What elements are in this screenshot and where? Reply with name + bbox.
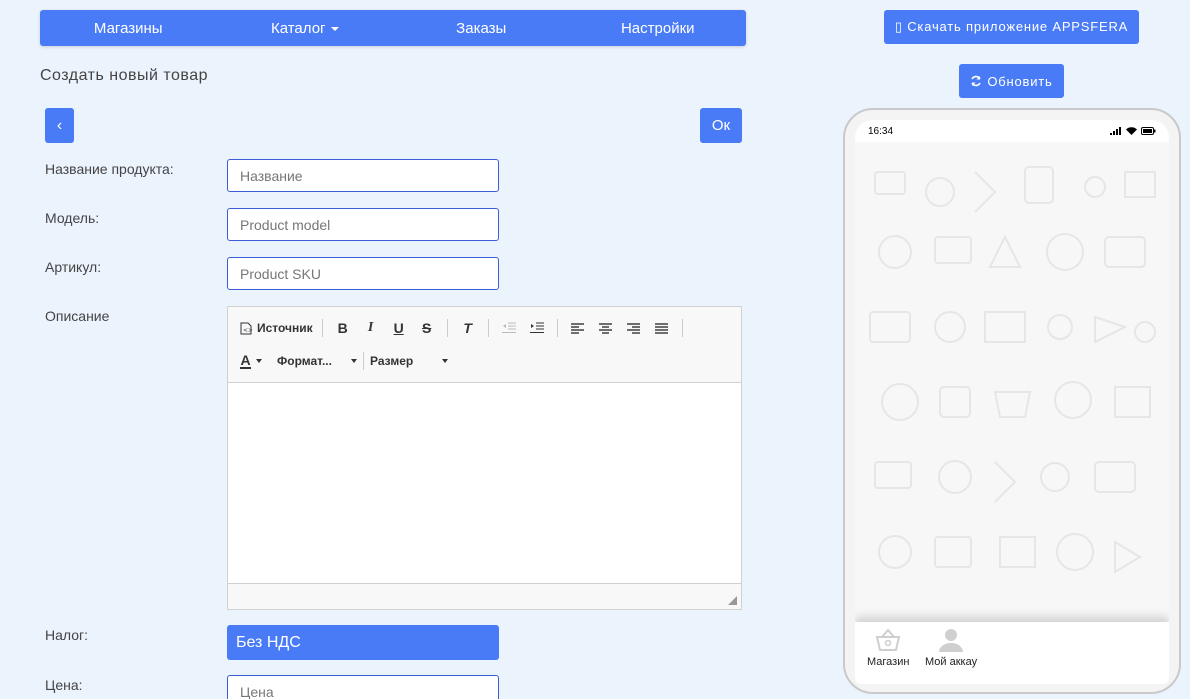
sku-label: Артикул: [45,259,102,275]
outdent-button[interactable] [498,318,520,338]
tab-store[interactable]: Магазин [867,628,909,668]
refresh-button[interactable]: Обновить [959,64,1064,98]
source-icon: <> [240,322,252,334]
align-justify-icon [655,322,669,334]
basket-icon [875,628,901,651]
text-color-icon: A [240,352,251,369]
battery-icon [1141,127,1156,135]
nav-orders[interactable]: Заказы [393,20,570,37]
align-justify-button[interactable] [651,318,673,338]
description-editor: <> Источник B I U S T A Формат... Размер [227,306,742,610]
tax-label: Налог: [45,627,89,643]
toolbar-divider [487,319,489,337]
sku-input[interactable]: Product SKU [227,257,499,290]
size-dropdown[interactable]: Размер [370,354,448,368]
download-app-button[interactable]: ▯ Скачать приложение APPSFERA [884,10,1139,44]
price-label: Цена: [45,677,83,693]
status-bar: 16:34 [855,120,1169,142]
bold-button[interactable]: B [332,318,354,338]
size-dropdown-label: Размер [370,354,414,368]
strikethrough-button[interactable]: S [416,318,438,338]
price-input[interactable]: Цена [227,675,499,699]
toolbar-divider [556,319,558,337]
phone-preview: 16:34 Магазин Мой аккау [843,108,1181,694]
caret-down-icon [255,359,262,363]
format-dropdown-label: Формат... [277,354,332,368]
wifi-icon [1126,127,1137,135]
tax-select[interactable]: Без НДС [227,625,499,660]
nav-settings-label: Настройки [620,19,695,37]
status-time: 16:34 [868,125,894,137]
nav-catalog[interactable]: Каталог [217,20,394,37]
phone-screen: 16:34 Магазин Мой аккау [855,120,1169,684]
caret-down-icon [351,359,357,363]
product-name-input[interactable]: Название [227,159,499,192]
nav-orders-label: Заказы [456,19,507,37]
toolbar-divider [363,352,364,370]
model-label: Модель: [45,210,100,226]
toolbar-divider [446,319,448,337]
align-center-icon [599,322,613,334]
toolbar-divider [681,319,683,337]
align-right-button[interactable] [623,318,645,338]
align-right-icon [627,322,641,334]
background-pattern [869,166,1156,574]
tab-account[interactable]: Мой аккау [925,628,977,668]
indent-button[interactable] [526,318,548,338]
align-center-button[interactable] [595,318,617,338]
text-color-button[interactable]: A [240,351,262,371]
indent-icon [529,322,544,333]
product-name-label: Название продукта: [45,161,174,177]
back-button[interactable]: ‹ [45,108,74,143]
main-nav: Магазины Каталог Заказы Настройки [40,10,746,46]
resize-handle-icon[interactable] [728,596,737,605]
editor-toolbar: <> Источник B I U S T A Формат... Размер [228,307,741,383]
phone-tab-bar: Магазин Мой аккау [855,622,1169,684]
editor-content-area[interactable] [228,383,741,583]
user-icon [939,629,964,652]
source-label: Источник [257,321,313,335]
description-label: Описание [45,308,110,324]
italic-button[interactable]: I [360,318,382,338]
refresh-label: Обновить [987,73,1053,89]
caret-down-icon [330,26,339,31]
caret-down-icon [442,359,448,363]
model-input[interactable]: Product model [227,208,499,241]
tab-store-label: Магазин [867,656,910,668]
outdent-icon [501,322,516,333]
ok-button[interactable]: Ок [700,108,742,143]
source-button[interactable]: <> Источник [240,318,313,338]
underline-button[interactable]: U [388,318,410,338]
align-left-button[interactable] [567,318,589,338]
svg-text:<>: <> [243,327,252,334]
nav-stores-label: Магазины [93,19,163,37]
nav-catalog-label: Каталог [270,19,326,37]
editor-footer [228,583,741,609]
toolbar-divider [321,319,323,337]
refresh-icon [971,75,982,87]
remove-format-button[interactable]: T [457,318,479,338]
tab-account-label: Мой аккау [925,656,978,668]
signal-icon [1110,127,1121,135]
nav-stores[interactable]: Магазины [40,20,217,37]
nav-settings[interactable]: Настройки [570,20,747,37]
page-title: Создать новый товар [40,67,209,84]
align-left-icon [571,322,585,334]
format-dropdown[interactable]: Формат... [277,354,357,368]
